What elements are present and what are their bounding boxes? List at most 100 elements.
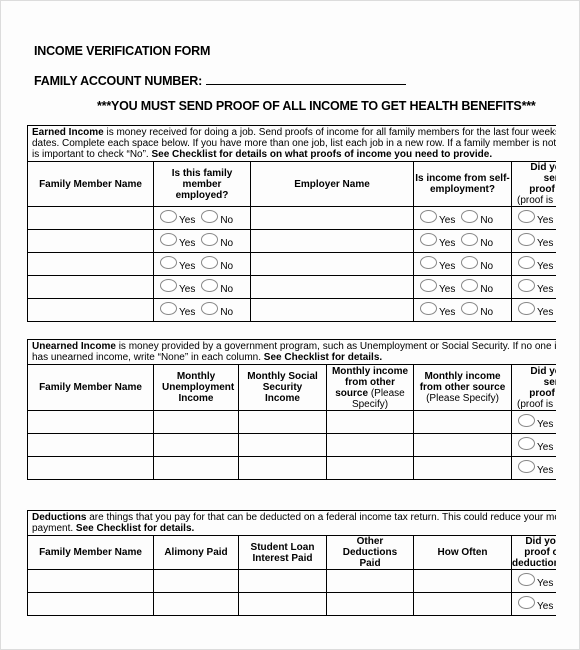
family-member-name-input[interactable] — [27, 592, 154, 616]
radio-circle-icon[interactable] — [461, 302, 479, 315]
family-member-name-input[interactable] — [27, 229, 154, 253]
radio-circle-icon[interactable] — [201, 233, 219, 246]
employed-no-radio[interactable]: No — [201, 210, 233, 226]
radio-circle-icon[interactable] — [518, 460, 535, 473]
self-employed-yes-radio[interactable]: Yes — [420, 279, 455, 295]
checklist-note: See Checklist for details. — [263, 352, 383, 363]
social-security-income-input[interactable] — [238, 433, 327, 457]
how-often-input[interactable] — [413, 592, 512, 616]
employed-no-radio[interactable]: No — [201, 279, 233, 295]
proof-yes-radio[interactable]: Yes — [518, 279, 554, 295]
proof-yes-radio[interactable]: Yes — [518, 256, 553, 272]
social-security-income-input[interactable] — [238, 410, 327, 434]
alimony-paid-input[interactable] — [153, 592, 239, 616]
col-proof-label: Did you send proof of — [529, 365, 556, 399]
employer-name-input[interactable] — [250, 206, 414, 230]
radio-circle-icon[interactable] — [201, 256, 219, 269]
radio-circle-icon[interactable] — [518, 596, 535, 609]
employed-yes-radio[interactable]: Yes — [160, 256, 195, 272]
other-income-2-input[interactable] — [413, 433, 512, 457]
student-loan-interest-input[interactable] — [238, 592, 327, 616]
radio-circle-icon[interactable] — [201, 279, 219, 292]
self-employed-yes-radio[interactable]: Yes — [420, 256, 455, 272]
proof-sent-radio-group: Yes — [510, 433, 556, 457]
radio-circle-icon[interactable] — [420, 233, 437, 246]
proof-yes-radio[interactable]: Yes — [518, 460, 553, 476]
student-loan-interest-input[interactable] — [238, 569, 327, 593]
self-employed-no-radio[interactable]: No — [461, 279, 493, 295]
self-employed-no-radio[interactable]: No — [461, 256, 493, 272]
other-income-2-input[interactable] — [413, 410, 512, 434]
family-member-name-input[interactable] — [27, 252, 154, 276]
proof-yes-radio[interactable]: Yes — [518, 596, 553, 612]
social-security-income-input[interactable] — [238, 456, 327, 480]
employer-name-input[interactable] — [250, 229, 414, 253]
radio-circle-icon[interactable] — [518, 302, 535, 315]
employed-yes-radio[interactable]: Yes — [160, 210, 195, 226]
family-member-name-input[interactable] — [27, 433, 154, 457]
employed-yes-radio[interactable]: Yes — [160, 279, 195, 295]
radio-label: Yes — [537, 284, 554, 295]
radio-circle-icon[interactable] — [461, 256, 479, 269]
family-member-name-input[interactable] — [27, 275, 154, 299]
family-member-name-input[interactable] — [27, 206, 154, 230]
self-employed-no-radio[interactable]: No — [461, 210, 493, 226]
radio-circle-icon[interactable] — [461, 279, 479, 292]
alimony-paid-input[interactable] — [153, 569, 239, 593]
radio-circle-icon[interactable] — [461, 233, 479, 246]
radio-circle-icon[interactable] — [461, 210, 479, 223]
employer-name-input[interactable] — [250, 252, 414, 276]
family-member-name-input[interactable] — [27, 569, 154, 593]
family-member-name-input[interactable] — [27, 298, 154, 322]
other-income-1-input[interactable] — [326, 433, 414, 457]
radio-circle-icon[interactable] — [420, 256, 437, 269]
employed-no-radio[interactable]: No — [201, 256, 233, 272]
radio-circle-icon[interactable] — [518, 256, 535, 269]
radio-circle-icon[interactable] — [160, 233, 177, 246]
radio-circle-icon[interactable] — [518, 573, 535, 586]
employed-no-radio[interactable]: No — [201, 302, 233, 318]
proof-yes-radio[interactable]: Yes — [518, 302, 553, 318]
employed-yes-radio[interactable]: Yes — [160, 233, 195, 249]
other-income-1-input[interactable] — [326, 456, 414, 480]
unemployment-income-input[interactable] — [153, 410, 239, 434]
self-employed-yes-radio[interactable]: Yes — [420, 302, 455, 318]
radio-circle-icon[interactable] — [160, 256, 177, 269]
radio-circle-icon[interactable] — [518, 414, 535, 427]
radio-circle-icon[interactable] — [420, 210, 437, 223]
radio-circle-icon[interactable] — [518, 233, 535, 246]
radio-circle-icon[interactable] — [518, 437, 535, 450]
proof-yes-radio[interactable]: Yes — [518, 210, 553, 226]
employed-yes-radio[interactable]: Yes — [160, 302, 195, 318]
radio-circle-icon[interactable] — [201, 302, 219, 315]
radio-circle-icon[interactable] — [420, 302, 437, 315]
radio-circle-icon[interactable] — [160, 302, 177, 315]
other-income-2-input[interactable] — [413, 456, 512, 480]
radio-circle-icon[interactable] — [420, 279, 437, 292]
family-member-name-input[interactable] — [27, 456, 154, 480]
radio-circle-icon[interactable] — [518, 279, 535, 292]
account-number-input-line[interactable] — [206, 72, 407, 85]
radio-circle-icon[interactable] — [201, 210, 219, 223]
other-income-1-input[interactable] — [326, 410, 414, 434]
employer-name-input[interactable] — [250, 275, 414, 299]
proof-yes-radio[interactable]: Yes — [518, 437, 553, 453]
self-employed-yes-radio[interactable]: Yes — [420, 233, 455, 249]
self-employed-no-radio[interactable]: No — [461, 233, 493, 249]
other-deductions-input[interactable] — [326, 569, 414, 593]
radio-circle-icon[interactable] — [160, 210, 177, 223]
employed-no-radio[interactable]: No — [201, 233, 233, 249]
how-often-input[interactable] — [413, 569, 512, 593]
radio-circle-icon[interactable] — [160, 279, 177, 292]
other-deductions-input[interactable] — [326, 592, 414, 616]
proof-yes-radio[interactable]: Yes — [518, 573, 553, 589]
radio-circle-icon[interactable] — [518, 210, 535, 223]
self-employed-no-radio[interactable]: No — [461, 302, 493, 318]
unemployment-income-input[interactable] — [153, 456, 239, 480]
family-member-name-input[interactable] — [27, 410, 154, 434]
proof-yes-radio[interactable]: Yes — [518, 233, 553, 249]
proof-yes-radio[interactable]: Yes — [518, 414, 553, 430]
self-employed-yes-radio[interactable]: Yes — [420, 210, 455, 226]
employer-name-input[interactable] — [250, 298, 414, 322]
unemployment-income-input[interactable] — [153, 433, 239, 457]
